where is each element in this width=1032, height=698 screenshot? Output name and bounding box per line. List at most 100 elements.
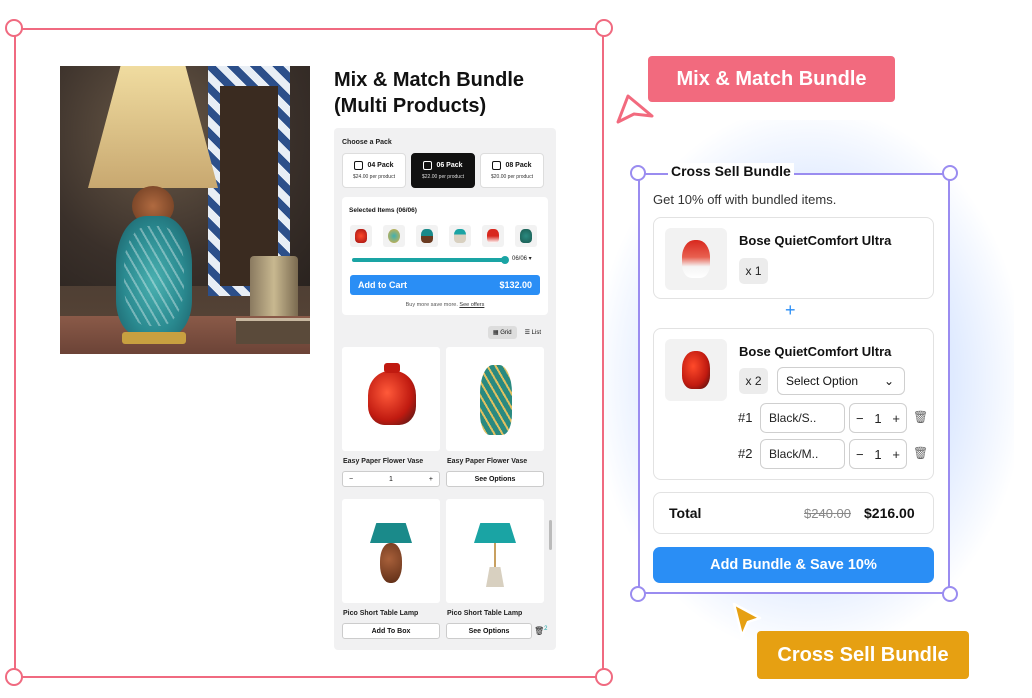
- selected-item-thumb[interactable]: [350, 225, 372, 247]
- bundle-title: Cross Sell Bundle: [668, 163, 794, 179]
- resize-handle-bottom-left[interactable]: [5, 668, 23, 686]
- selected-item-thumb[interactable]: [482, 225, 504, 247]
- selected-item-thumb[interactable]: [515, 225, 537, 247]
- product-card-image: [446, 499, 544, 603]
- product-image-lamp: [60, 66, 310, 354]
- bundle-item-name: Bose QuietComfort Ultra: [739, 344, 892, 359]
- plus-icon: +: [785, 300, 796, 320]
- bundle-item-image: [665, 228, 727, 290]
- qty-value: 1: [389, 475, 393, 483]
- product-card-name: Easy Paper Flower Vase: [343, 458, 424, 465]
- view-toggle: ▦ Grid ☰ List: [487, 326, 546, 339]
- cart-box-icon[interactable]: 🗑2: [534, 626, 548, 636]
- trash-icon[interactable]: 🗑: [913, 446, 928, 460]
- resize-handle-top-right[interactable]: [942, 165, 958, 181]
- pack-option-08[interactable]: 08 Pack $20.00 per product: [480, 153, 544, 188]
- qty-value: 1: [874, 410, 882, 426]
- chevron-down-icon: ⌄: [883, 374, 894, 388]
- qty-value: 1: [874, 446, 882, 462]
- box-icon: [354, 160, 364, 170]
- bundle-item-qty: x 2: [739, 368, 768, 394]
- pack-name: 06 Pack: [436, 161, 463, 169]
- box-icon: [492, 160, 502, 170]
- bundle-item-card: Bose QuietComfort Ultra x 1: [653, 217, 934, 299]
- pack-price: $22.00 per product: [422, 174, 464, 180]
- resize-handle-top-left[interactable]: [5, 19, 23, 37]
- plus-icon[interactable]: +: [892, 447, 900, 462]
- plus-icon[interactable]: +: [429, 476, 433, 483]
- product-qty-stepper[interactable]: − 1 +: [342, 471, 440, 487]
- select-option-label: Select Option: [786, 374, 859, 388]
- see-offers-link[interactable]: See offers: [459, 302, 484, 308]
- total-original-price: $240.00: [804, 506, 851, 521]
- pack-option-04[interactable]: 04 Pack $24.00 per product: [342, 153, 406, 188]
- resize-handle-bottom-right[interactable]: [595, 668, 613, 686]
- minus-icon[interactable]: −: [856, 447, 864, 462]
- variant-qty-stepper[interactable]: − 1 +: [849, 439, 907, 469]
- selected-item-thumb[interactable]: [449, 225, 471, 247]
- product-card-name: Pico Short Table Lamp: [447, 610, 523, 617]
- selected-item-thumb[interactable]: [383, 225, 405, 247]
- bundle-item-card: Bose QuietComfort Ultra x 2 Select Optio…: [653, 328, 934, 480]
- pack-panel: Choose a Pack 04 Pack $24.00 per product…: [334, 128, 556, 650]
- resize-handle-top-right[interactable]: [595, 19, 613, 37]
- variant-row-index: #2: [738, 446, 753, 461]
- product-card-name: Easy Paper Flower Vase: [447, 458, 528, 465]
- selected-items-label: Selected Items (06/06): [349, 207, 417, 214]
- cart-badge: 2: [544, 626, 548, 632]
- cross-sell-callout: Cross Sell Bundle: [757, 631, 969, 679]
- resize-handle-bottom-right[interactable]: [942, 586, 958, 602]
- product-card-image: [342, 499, 440, 603]
- selected-item-thumb[interactable]: [416, 225, 438, 247]
- list-view-button[interactable]: ☰ List: [520, 326, 546, 339]
- buy-more-text: Buy more save more. See offers: [405, 302, 485, 308]
- selected-items-box: Selected Items (06/06) 06/06 ▾ Add to Ca…: [342, 197, 548, 315]
- total-discounted-price: $216.00: [864, 505, 915, 521]
- pack-name: 08 Pack: [505, 161, 532, 169]
- product-card[interactable]: Pico Short Table Lamp Add To Box: [342, 499, 440, 645]
- product-card-name: Pico Short Table Lamp: [343, 610, 419, 617]
- trash-icon[interactable]: 🗑: [913, 410, 928, 424]
- see-options-button[interactable]: See Options: [446, 623, 532, 639]
- pack-option-06[interactable]: 06 Pack $22.00 per product: [411, 153, 475, 188]
- bundle-subtitle: Get 10% off with bundled items.: [653, 192, 837, 207]
- pack-name: 04 Pack: [367, 161, 394, 169]
- product-card[interactable]: Pico Short Table Lamp See Options: [446, 499, 544, 645]
- pack-price: $20.00 per product: [491, 174, 533, 180]
- bundle-item-image: [665, 339, 727, 401]
- minus-icon[interactable]: −: [856, 411, 864, 426]
- product-card[interactable]: Easy Paper Flower Vase − 1 +: [342, 347, 440, 493]
- product-card[interactable]: Easy Paper Flower Vase See Options: [446, 347, 544, 493]
- pack-price: $24.00 per product: [353, 174, 395, 180]
- box-icon: [423, 160, 433, 170]
- mix-match-callout: Mix & Match Bundle: [648, 56, 895, 102]
- cursor-icon: [616, 94, 654, 124]
- product-card-image: [342, 347, 440, 451]
- variant-qty-stepper[interactable]: − 1 +: [849, 403, 907, 433]
- choose-pack-label: Choose a Pack: [342, 139, 392, 146]
- add-to-cart-button[interactable]: Add to Cart $132.00: [350, 275, 540, 295]
- add-to-box-button[interactable]: Add To Box: [342, 623, 440, 639]
- variant-select[interactable]: Black/M..: [760, 439, 845, 469]
- plus-icon[interactable]: +: [892, 411, 900, 426]
- selection-progress-bar: [352, 256, 509, 264]
- selection-count[interactable]: 06/06 ▾: [512, 255, 532, 262]
- variant-select[interactable]: Black/S..: [760, 403, 845, 433]
- minus-icon[interactable]: −: [349, 476, 353, 483]
- add-bundle-button[interactable]: Add Bundle & Save 10%: [653, 547, 934, 583]
- see-options-button[interactable]: See Options: [446, 471, 544, 487]
- select-option-dropdown[interactable]: Select Option ⌄: [777, 367, 905, 395]
- variant-row-index: #1: [738, 410, 753, 425]
- add-to-cart-price: $132.00: [499, 280, 532, 290]
- product-card-image: [446, 347, 544, 451]
- total-label: Total: [669, 505, 702, 521]
- product-list-scrollbar[interactable]: [549, 520, 552, 550]
- bundle-item-qty: x 1: [739, 258, 768, 284]
- resize-handle-bottom-left[interactable]: [630, 586, 646, 602]
- cursor-icon: [732, 602, 762, 638]
- add-to-cart-label: Add to Cart: [358, 280, 407, 290]
- product-title: Mix & Match Bundle (Multi Products): [334, 69, 525, 117]
- grid-view-button[interactable]: ▦ Grid: [487, 326, 517, 339]
- resize-handle-top-left[interactable]: [630, 165, 646, 181]
- bundle-total: Total $240.00 $216.00: [653, 492, 934, 534]
